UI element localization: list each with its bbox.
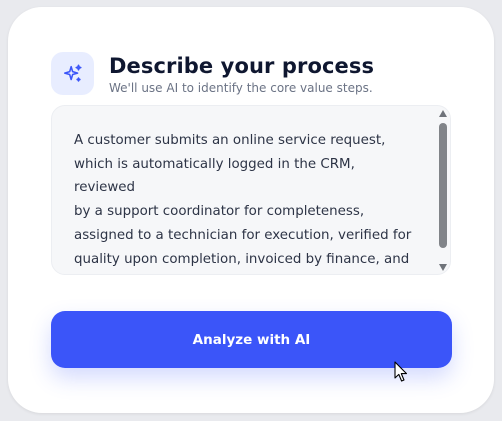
textarea-scrollbar[interactable] xyxy=(436,106,450,274)
page-title: Describe your process xyxy=(109,54,375,78)
page-subtitle: We'll use AI to identify the core value … xyxy=(109,81,373,95)
sparkles-icon-tile xyxy=(51,52,94,95)
scroll-down-arrow-icon[interactable] xyxy=(439,264,447,271)
process-description-text[interactable]: A customer submits an online service req… xyxy=(74,129,414,274)
mouse-pointer-icon xyxy=(394,361,408,382)
process-description-textarea[interactable]: A customer submits an online service req… xyxy=(51,105,451,275)
scrollbar-thumb[interactable] xyxy=(439,123,447,248)
analyze-with-ai-button[interactable]: Analyze with AI xyxy=(51,311,452,368)
scroll-up-arrow-icon[interactable] xyxy=(439,110,447,117)
sparkles-icon xyxy=(63,64,82,82)
